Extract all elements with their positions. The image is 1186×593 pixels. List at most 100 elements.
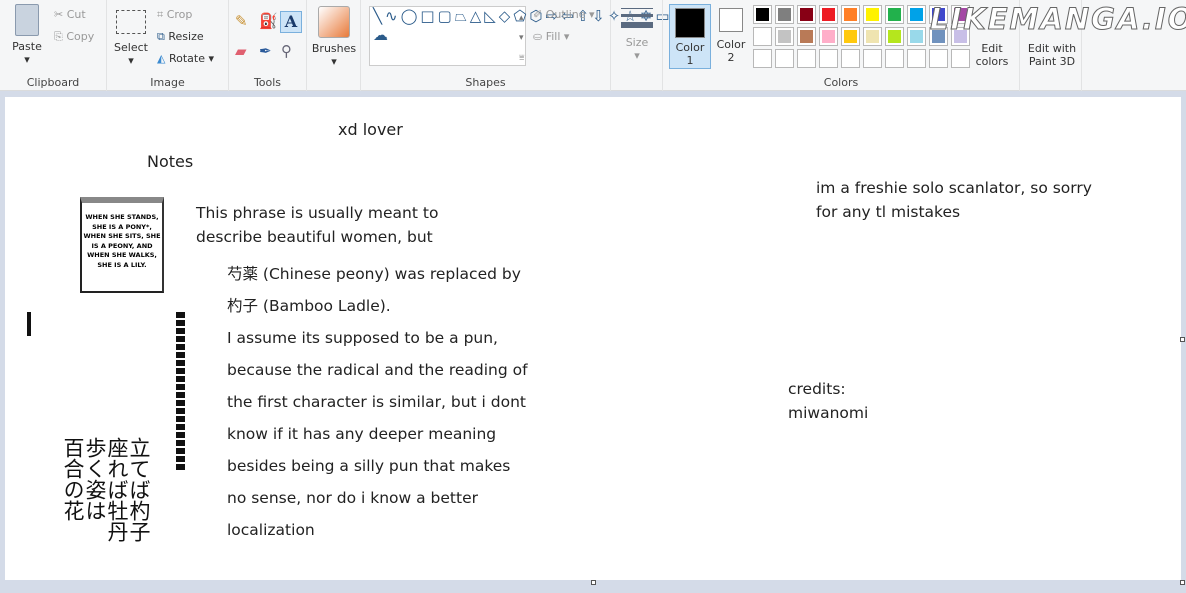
rotate-button[interactable]: ◭ Rotate ▾ (157, 52, 214, 65)
brush-icon (318, 6, 350, 38)
scissors-icon: ✂ (54, 8, 64, 21)
palette-swatch[interactable] (863, 27, 882, 46)
body-line: I assume its supposed to be a pun, (227, 329, 498, 347)
jp-line: 歩く姿は (83, 437, 107, 521)
palette-swatch[interactable] (907, 27, 926, 46)
color2-swatch (719, 8, 743, 32)
paste-label: Paste (12, 40, 42, 53)
crop-label: Crop (166, 8, 193, 21)
credits-text: credits: miwanomi (788, 377, 868, 425)
brushes-button[interactable]: Brushes ▾ (311, 6, 357, 68)
shapes-gallery[interactable]: ╲∿◯□▢⏢△◺◇⬠⬡⇨⇦⇧⇩✧☆✡▭◯☁ (369, 6, 689, 66)
fill-button[interactable]: ⛀ Fill ▾ (533, 30, 569, 43)
palette-empty-slot[interactable] (951, 49, 970, 68)
resize-handle-bottom[interactable] (591, 580, 596, 585)
magnifier-icon[interactable]: ⚲ (281, 42, 292, 60)
palette-empty-slot[interactable] (863, 49, 882, 68)
resize-button[interactable]: ⧉ Resize (157, 30, 204, 44)
text-tool-icon[interactable]: A (280, 11, 302, 33)
palette-swatch[interactable] (819, 27, 838, 46)
intro-line: This phrase is usually meant to (196, 204, 439, 222)
rotate-icon: ◭ (157, 52, 166, 65)
body-line: 杓子 (Bamboo Ladle). (227, 297, 391, 315)
eraser-icon[interactable]: ▰ (235, 42, 247, 60)
apology-line: for any tl mistakes (816, 203, 961, 221)
notes-heading: Notes (147, 152, 194, 171)
cut-button[interactable]: ✂ Cut (54, 8, 86, 21)
edit-with-paint3d-button[interactable]: Edit with Paint 3D (1024, 42, 1080, 68)
palette-swatch[interactable] (775, 5, 794, 24)
crop-button[interactable]: ⌗ Crop (157, 8, 192, 22)
cut-label: Cut (66, 8, 86, 21)
color1-label: Color 1 (675, 41, 705, 67)
outline-button[interactable]: ✐ Outline ▾ (533, 8, 595, 21)
palette-swatch[interactable] (753, 27, 772, 46)
body-line: no sense, nor do i know a better (227, 489, 478, 507)
palette-swatch[interactable] (841, 27, 860, 46)
apology-line: im a freshie solo scanlator, so sorry (816, 179, 1092, 197)
crop-icon: ⌗ (157, 8, 164, 21)
palette-empty-slot[interactable] (885, 49, 904, 68)
size-group: Size ▾ (611, 0, 663, 91)
palette-empty-slot[interactable] (775, 49, 794, 68)
palette-swatch[interactable] (775, 27, 794, 46)
shapes-scroll[interactable]: ▴ ▾ ⩸ (519, 8, 524, 68)
palette-empty-slot[interactable] (819, 49, 838, 68)
watermark: LIKEMANGA.IO (929, 2, 1186, 37)
select-button[interactable]: Select ▾ (113, 10, 149, 67)
palette-swatch[interactable] (819, 5, 838, 24)
palette-empty-slot[interactable] (841, 49, 860, 68)
body-line: 芍薬 (Chinese peony) was replaced by (227, 265, 521, 283)
copy-icon: ⎘ (54, 30, 63, 43)
palette-swatch[interactable] (863, 5, 882, 24)
jp-line: 立てば杓子 (127, 437, 151, 542)
manga-bubble-image: WHEN SHE STANDS, SHE IS A PONY*, WHEN SH… (80, 197, 164, 293)
rotate-label: Rotate (168, 52, 205, 65)
palette-empty-slot[interactable] (753, 49, 772, 68)
body-line: know if it has any deeper meaning (227, 425, 497, 443)
shapes-group: ╲∿◯□▢⏢△◺◇⬠⬡⇨⇦⇧⇩✧☆✡▭◯☁ ▴ ▾ ⩸ ✐ Outline ▾ ⛀ … (361, 0, 689, 91)
color2-button[interactable]: Color 2 (713, 8, 749, 64)
color-picker-icon[interactable]: ✒ (259, 42, 272, 60)
drawing-canvas[interactable]: xd lover Notes WHEN SHE STANDS, SHE IS A… (5, 97, 1181, 580)
size-label: Size (625, 36, 649, 49)
resize-icon: ⧉ (157, 30, 165, 43)
color1-swatch (675, 8, 705, 38)
palette-swatch[interactable] (885, 27, 904, 46)
brushes-group: Brushes ▾ (307, 0, 361, 91)
select-icon (116, 10, 146, 34)
color1-button[interactable]: Color 1 (669, 4, 711, 69)
intro-text: This phrase is usually meant to describe… (196, 201, 438, 249)
palette-swatch[interactable] (841, 5, 860, 24)
palette-swatch[interactable] (753, 5, 772, 24)
japanese-text-image: 立てば杓子 座れば牡丹 歩く姿は 百合の花 (61, 437, 151, 547)
palette-empty-slot[interactable] (929, 49, 948, 68)
colors-label: Colors (823, 76, 859, 89)
edit-colors-button[interactable]: Edit colors (970, 42, 1014, 68)
body-line: the first character is similar, but i do… (227, 393, 526, 411)
brushes-label: Brushes (311, 42, 357, 55)
outline-label: Outline (545, 8, 586, 21)
copy-label: Copy (66, 30, 95, 43)
tools-group: ✎ ⛽ A ▰ ✒ ⚲ Tools (229, 0, 307, 91)
image-group: Select ▾ ⌗ Crop ⧉ Resize ◭ Rotate ▾ Image (107, 0, 229, 91)
palette-swatch[interactable] (797, 5, 816, 24)
fill-bucket-icon[interactable]: ⛽ (259, 12, 278, 30)
image-label: Image (150, 76, 185, 89)
palette-empty-slot[interactable] (907, 49, 926, 68)
copy-button[interactable]: ⎘ Copy (54, 30, 94, 44)
palette-empty-slot[interactable] (797, 49, 816, 68)
size-button[interactable]: Size ▾ (617, 8, 657, 62)
pencil-icon[interactable]: ✎ (235, 12, 248, 30)
resize-handle-right[interactable] (1180, 337, 1185, 342)
resize-label: Resize (168, 30, 204, 43)
resize-handle-corner[interactable] (1180, 580, 1185, 585)
intro-line: describe beautiful women, but (196, 228, 433, 246)
paste-button[interactable]: Paste ▾ (6, 4, 48, 66)
edit-colors-label: Edit colors (975, 42, 1009, 68)
palette-swatch[interactable] (907, 5, 926, 24)
canvas-title: xd lover (338, 120, 403, 139)
palette-swatch[interactable] (797, 27, 816, 46)
clipboard-group: Paste ▾ ✂ Cut ⎘ Copy Clipboard (0, 0, 107, 91)
palette-swatch[interactable] (885, 5, 904, 24)
